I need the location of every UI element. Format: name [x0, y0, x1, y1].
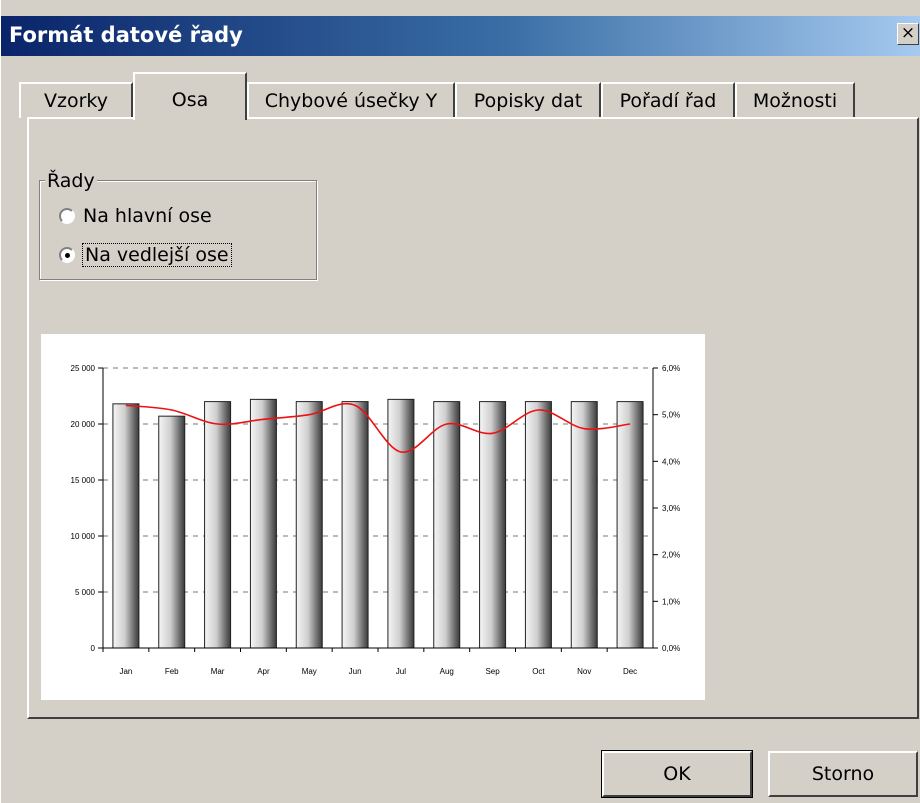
x-tick-label: Aug [440, 667, 454, 676]
bar [158, 415, 186, 649]
x-tick-label: Feb [165, 667, 179, 676]
tab-popisky-dat[interactable]: Popisky dat [455, 82, 601, 118]
chart-preview: 0 5 000 10 000 15 000 20 000 25 000 0,0% 1,0% 2,… [41, 334, 705, 700]
y-secondary-tick-label: 6,0% [662, 364, 680, 373]
x-tick-label: Nov [577, 667, 591, 676]
bar [433, 401, 461, 649]
y-primary-tick-label: 20 000 [71, 420, 96, 429]
bar [524, 401, 552, 649]
bar [295, 401, 323, 649]
window-title: Formát datové řady [9, 23, 243, 47]
y-secondary-tick-label: 2,0% [662, 551, 680, 560]
y-primary-tick-label: 0 [91, 644, 96, 653]
bar [387, 398, 415, 649]
y-secondary-tick-label: 4,0% [662, 457, 680, 466]
x-tick-label: Dec [623, 667, 637, 676]
bar [249, 398, 277, 649]
radio-secondary-axis-label[interactable]: Na vedlejší ose [82, 243, 232, 267]
tab-moznosti[interactable]: Možnosti [735, 82, 855, 118]
x-tick-label: Jan [119, 667, 132, 676]
groupbox-label: Řady [45, 170, 97, 192]
x-tick-label: Oct [532, 667, 545, 676]
bar [616, 401, 644, 649]
tab-osa[interactable]: Osa [133, 72, 247, 120]
chart-svg: 0 5 000 10 000 15 000 20 000 25 000 0,0% 1,0% 2,… [71, 364, 681, 676]
radio-secondary-axis-circle[interactable] [59, 247, 75, 263]
radio-primary-axis[interactable]: Na hlavní ose [59, 205, 212, 227]
y-primary-tick-label: 15 000 [71, 476, 96, 485]
bar [570, 401, 598, 649]
close-button[interactable]: × [897, 23, 919, 45]
bar [112, 403, 140, 649]
bar [204, 401, 232, 649]
x-tick-label: Jul [396, 667, 406, 676]
line-series [125, 403, 631, 453]
y-primary-tick-label: 5 000 [75, 588, 96, 597]
bar [479, 401, 507, 649]
y-secondary-tick-label: 3,0% [662, 504, 680, 513]
radio-primary-axis-label[interactable]: Na hlavní ose [83, 205, 212, 227]
tab-chybove-usecky-y[interactable]: Chybové úsečky Y [247, 82, 455, 118]
y-primary-tick-label: 10 000 [71, 532, 96, 541]
tab-poradi-rad[interactable]: Pořadí řad [601, 82, 735, 118]
x-tick-label: May [302, 667, 317, 676]
x-tick-label: Mar [211, 667, 225, 676]
y-primary-tick-label: 25 000 [71, 364, 96, 373]
title-bar: Formát datové řady [1, 16, 920, 56]
cancel-button[interactable]: Storno [768, 751, 918, 797]
y-secondary-tick-label: 1,0% [662, 597, 680, 606]
y-secondary-tick-label: 5,0% [662, 411, 680, 420]
y-secondary-tick-label: 0,0% [662, 644, 680, 653]
dialog-window: Formát datové řady × Vzorky Osa Chybové … [0, 0, 920, 803]
ok-button[interactable]: OK [601, 750, 753, 798]
x-tick-label: Apr [257, 667, 270, 676]
radio-primary-axis-circle[interactable] [59, 208, 75, 224]
tab-vzorky[interactable]: Vzorky [19, 82, 133, 118]
radio-secondary-axis[interactable]: Na vedlejší ose [59, 243, 232, 267]
x-tick-label: Jun [349, 667, 362, 676]
bar [341, 401, 369, 649]
x-tick-label: Sep [485, 667, 500, 676]
